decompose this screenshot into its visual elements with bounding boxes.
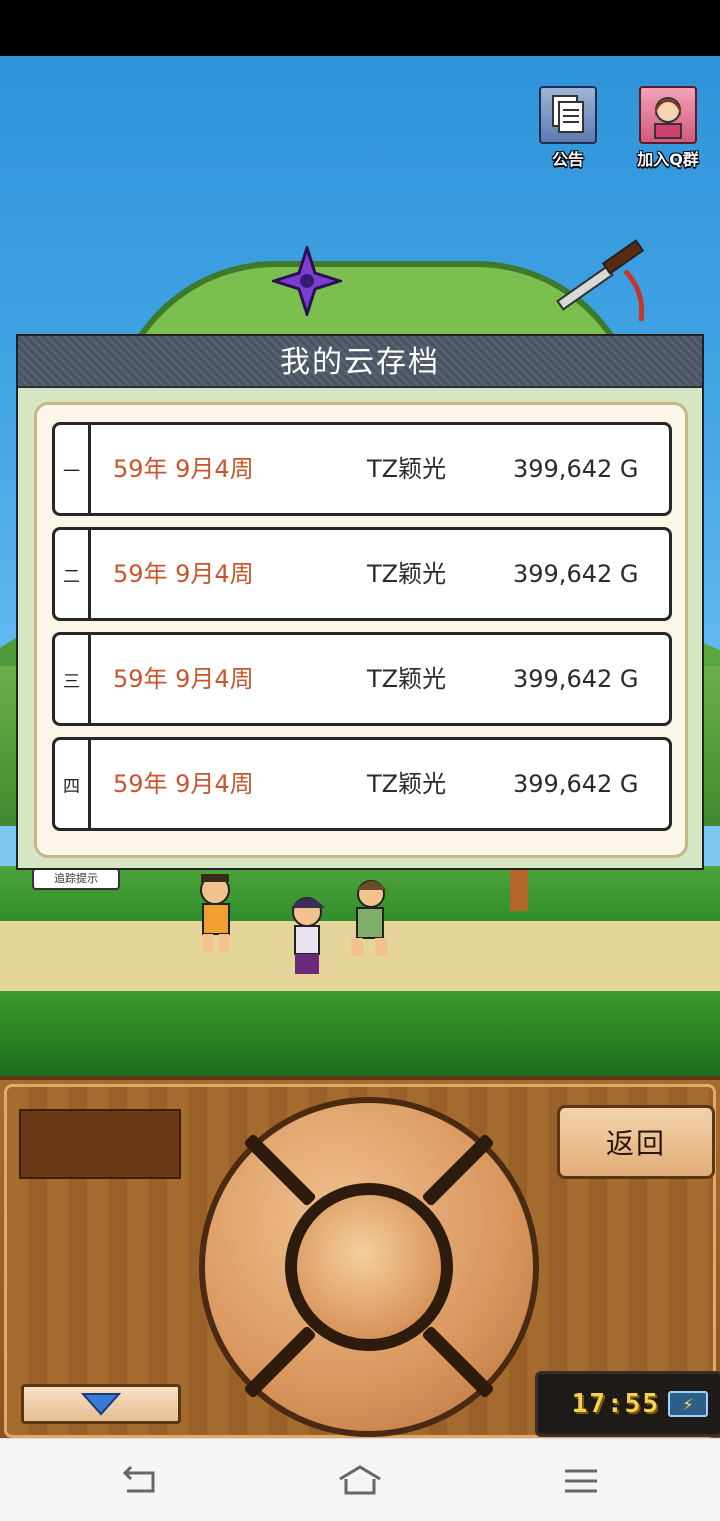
slot-number: 三 [55,635,91,723]
slot-number: 一 [55,425,91,513]
join-qq-group-button[interactable]: 加入Q群 [632,86,704,170]
scroll-down-button[interactable] [21,1384,181,1424]
avatar-icon [639,86,697,144]
ninja-character-1 [200,874,230,952]
slot-date: 59年 9月4周 [113,560,254,588]
info-display [19,1109,181,1179]
controller-frame: 返回 17:55 ⚡ [4,1084,720,1438]
ninja-character-3 [351,880,387,956]
menu-icon [565,1469,597,1493]
document-icon [539,86,597,144]
clock-time: 17:55 [571,1389,660,1419]
save-slot-2[interactable]: 二 59年 9月4周 TZ颖光 399,642 G [52,527,672,621]
slot-player-name: TZ颖光 [367,770,447,798]
system-nav-bar [0,1438,720,1521]
notice-label: 公告 [551,150,584,169]
shuriken-icon [272,246,342,316]
sword-icon [556,239,645,322]
controller-panel: 返回 17:55 ⚡ [0,1076,720,1442]
grass-strip [0,991,720,1076]
ninja-characters [200,874,387,974]
home-icon [339,1465,381,1495]
nav-back-button[interactable] [115,1461,163,1501]
nav-menu-button[interactable] [557,1461,605,1501]
save-slot-4[interactable]: 四 59年 9月4周 TZ颖光 399,642 G [52,737,672,831]
dpad-center-button[interactable] [285,1183,453,1351]
cloud-save-dialog: 我的云存档 一 59年 9月4周 TZ颖光 399,642 G 二 59年 9月… [16,334,704,870]
nav-home-button[interactable] [336,1461,384,1501]
dpad-divider [421,1325,495,1399]
tree-trunk [510,866,528,911]
slot-date: 59年 9月4周 [113,455,254,483]
save-slot-1[interactable]: 一 59年 9月4周 TZ颖光 399,642 G [52,422,672,516]
dpad-divider [243,1325,317,1399]
notice-button[interactable]: 公告 [538,86,598,170]
game-clock: 17:55 ⚡ [535,1371,720,1437]
slot-player-name: TZ颖光 [367,455,447,483]
slot-date: 59年 9月4周 [113,770,254,798]
qq-group-label: 加入Q群 [637,150,699,169]
slot-number: 四 [55,740,91,828]
dpad-divider [421,1133,495,1207]
triangle-down-icon [81,1393,121,1416]
dpad[interactable] [199,1097,539,1437]
save-slot-list: 一 59年 9月4周 TZ颖光 399,642 G 二 59年 9月4周 TZ颖… [34,402,688,858]
slot-player-name: TZ颖光 [367,665,447,693]
back-button[interactable]: 返回 [557,1105,715,1179]
back-arrow-icon [122,1465,155,1493]
ninja-character-2 [291,897,325,974]
save-slot-3[interactable]: 三 59年 9月4周 TZ颖光 399,642 G [52,632,672,726]
dialog-title: 我的云存档 [18,336,702,388]
status-bar [0,0,720,56]
slot-date: 59年 9月4周 [113,665,254,693]
slot-player-name: TZ颖光 [367,560,447,588]
slot-money: 399,642 G [513,455,639,483]
slot-money: 399,642 G [513,560,639,588]
slot-number: 二 [55,530,91,618]
dpad-divider [243,1133,317,1207]
slot-money: 399,642 G [513,665,639,693]
battery-icon: ⚡ [668,1391,708,1417]
slot-money: 399,642 G [513,770,639,798]
hint-badge[interactable]: 追踪提示 [32,868,120,890]
